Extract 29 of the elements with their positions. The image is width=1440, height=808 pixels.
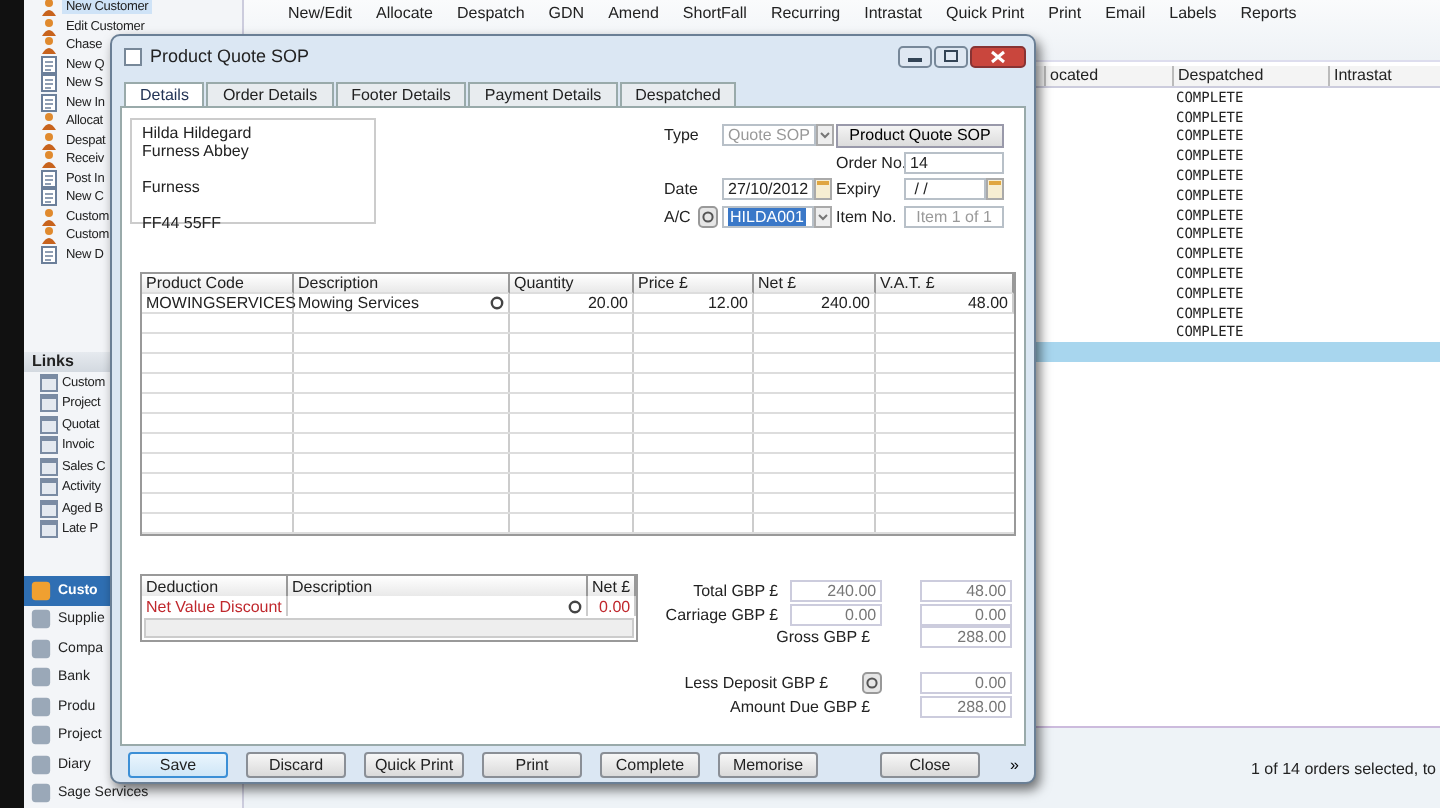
item-no-label: Item No. [836,207,899,226]
table-cell: 240.00 [754,294,876,314]
table-cell: 48.00 [876,294,1014,314]
table-cell: 20.00 [510,294,634,314]
total-label: Gross GBP £ [774,628,873,647]
status-text: 1 of 14 orders selected, to [1251,759,1436,777]
table-cell: Net Value Discount [142,596,288,616]
table-cell: Mowing Services [298,294,419,312]
total-field: 288.00 [920,695,1013,718]
table-cell: MOWINGSERVICES [142,294,294,314]
total-label: Amount Due GBP £ [728,697,873,716]
total-field: 0.00 [920,603,1013,626]
order-no-label: Order No. [836,153,904,172]
total-field: 0.00 [790,603,883,626]
total-field: 288.00 [920,626,1013,649]
type-label: Type [664,126,701,145]
total-field: 48.00 [920,580,1013,603]
total-label: Less Deposit GBP £ [684,674,829,693]
ac-label: A/C [664,207,691,226]
total-field: 240.00 [790,580,883,603]
table-cell: 12.00 [634,294,754,314]
expiry-label: Expiry [836,180,883,199]
total-field: 0.00 [920,672,1013,695]
total-label: Carriage GBP £ [663,605,779,624]
item-no-field: Item 1 of 1 [904,205,1004,228]
total-label: Total GBP £ [691,582,779,601]
date-label: Date [664,180,700,199]
window-title: Product Quote SOP [150,46,310,66]
table-cell: 0.00 [588,596,637,616]
